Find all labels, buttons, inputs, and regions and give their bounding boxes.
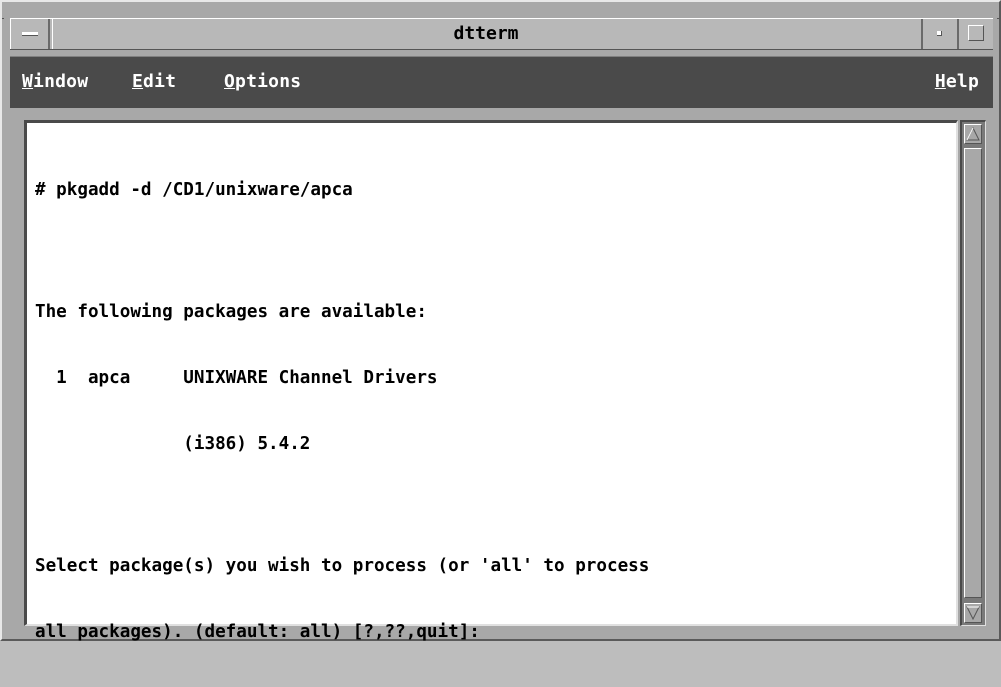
terminal-prompt-line: all packages). (default: all) [?,??,quit…	[35, 622, 480, 642]
menu-edit-label: dit	[143, 71, 177, 92]
menu-options-label: ptions	[235, 71, 302, 92]
menu-window[interactable]: Window	[22, 69, 88, 95]
menu-edit-mnemonic: E	[132, 71, 144, 92]
menu-window-mnemonic: W	[22, 71, 34, 92]
terminal-line: 1 apca UNIXWARE Channel Drivers	[35, 368, 438, 388]
resize-handle[interactable]	[2, 18, 4, 19]
menu-bar: Window Edit Options Help	[10, 56, 993, 108]
terminal-output: # pkgadd -d /CD1/unixware/apca The follo…	[35, 135, 649, 687]
menu-options-mnemonic: O	[224, 71, 236, 92]
menu-help[interactable]: Help	[935, 69, 979, 95]
arrow-up-icon	[966, 126, 980, 141]
menu-edit[interactable]: Edit	[132, 69, 176, 95]
maximize-button[interactable]	[957, 19, 993, 49]
menu-window-label: indow	[33, 71, 89, 92]
window-title: dtterm	[52, 19, 919, 49]
terminal-line: # pkgadd -d /CD1/unixware/apca	[35, 180, 353, 200]
resize-handle[interactable]	[997, 18, 999, 19]
terminal-line: The following packages are available:	[35, 302, 427, 322]
minimize-icon	[937, 31, 942, 36]
menu-options[interactable]: Options	[224, 69, 301, 95]
scrollbar-thumb[interactable]	[964, 148, 982, 598]
vertical-scrollbar[interactable]	[960, 120, 986, 626]
window-menu-button[interactable]	[10, 19, 50, 49]
scroll-down-button[interactable]	[964, 603, 982, 623]
dtterm-window: dtterm Window Edit Options Help # pkgadd…	[0, 0, 1001, 642]
maximize-icon	[968, 25, 984, 41]
minimize-button[interactable]	[921, 19, 957, 49]
terminal-line: Select package(s) you wish to process (o…	[35, 556, 650, 576]
arrow-down-icon	[966, 606, 980, 621]
title-bar[interactable]: dtterm	[10, 18, 993, 50]
window-menu-icon	[22, 32, 38, 36]
menu-help-label: elp	[945, 71, 979, 92]
terminal-line: (i386) 5.4.2	[35, 434, 311, 454]
menu-help-mnemonic: H	[934, 71, 946, 92]
terminal-area[interactable]: # pkgadd -d /CD1/unixware/apca The follo…	[24, 120, 958, 642]
scroll-up-button[interactable]	[964, 124, 982, 144]
